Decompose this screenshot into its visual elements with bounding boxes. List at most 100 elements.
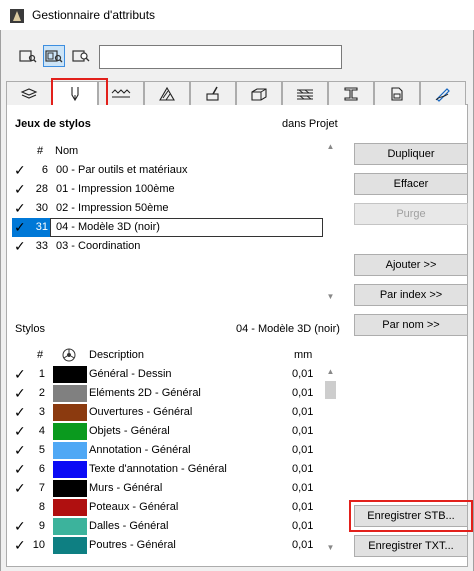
pen-number: 8 (38, 501, 45, 513)
renovation-icon (435, 87, 450, 102)
pensets-col-num: # (37, 145, 44, 157)
layers-icon (20, 87, 38, 99)
composites-icon (297, 89, 313, 99)
pen-color-swatch[interactable] (53, 404, 87, 421)
pen-number: 4 (38, 425, 45, 437)
tab-fills[interactable] (144, 81, 190, 105)
line-types-icon (111, 88, 131, 97)
pen-tab-highlight (51, 78, 108, 108)
tab-building-materials[interactable] (236, 81, 282, 105)
pen-width: 0,01 (292, 539, 314, 551)
pen-width: 0,01 (292, 368, 314, 380)
pen-color-swatch[interactable] (53, 423, 87, 440)
pen-description: Ouvertures - Général (89, 406, 193, 418)
pen-row[interactable]: ✓ 3 Ouvertures - Général 0,01 (12, 403, 322, 422)
scroll-down-icon[interactable]: ▼ (324, 541, 337, 554)
pen-color-swatch[interactable] (53, 366, 87, 383)
penset-row-selected[interactable]: ✓ 31 04 - Modèle 3D (noir) (12, 218, 322, 237)
pen-description: Poteaux - Général (89, 501, 179, 513)
pens-col-mm: mm (294, 349, 313, 361)
pen-row[interactable]: ✓ 5 Annotation - Général 0,01 (12, 441, 322, 460)
scroll-up-icon[interactable]: ▲ (324, 140, 337, 153)
tab-layers[interactable] (6, 81, 52, 105)
purge-button[interactable]: Purge (354, 203, 468, 225)
pen-description: Poutres - Général (89, 539, 176, 551)
pensets-scrollbar[interactable]: ▲ ▼ (324, 140, 337, 305)
pen-row[interactable]: ✓ 4 Objets - Général 0,01 (12, 422, 322, 441)
pen-color-swatch[interactable] (53, 518, 87, 535)
view-attributes-button[interactable] (43, 45, 65, 67)
pen-description: Général - Dessin (89, 368, 172, 380)
pen-description: Murs - Général (89, 482, 163, 494)
tab-zones[interactable] (374, 81, 420, 105)
penset-row[interactable]: ✓ 33 03 - Coordination (12, 237, 322, 256)
tab-composites[interactable] (282, 81, 328, 105)
pen-width: 0,01 (292, 482, 314, 494)
pen-width: 0,01 (292, 406, 314, 418)
pen-width: 0,01 (292, 444, 314, 456)
pen-row[interactable]: ✓ 10 Poutres - Général 0,01 (12, 536, 322, 555)
by-index-button[interactable]: Par index >> (354, 284, 468, 306)
save-txt-button[interactable]: Enregistrer TXT... (354, 535, 468, 557)
view-list-button[interactable] (17, 45, 39, 67)
pen-row[interactable]: ✓ 2 Eléments 2D - Général 0,01 (12, 384, 322, 403)
pensets-title: Jeux de stylos (15, 118, 91, 130)
pen-row[interactable]: ✓ 7 Murs - Général 0,01 (12, 479, 322, 498)
delete-button[interactable]: Effacer (354, 173, 468, 195)
penset-row[interactable]: ✓ 6 00 - Par outils et matériaux (12, 161, 322, 180)
pensets-location: dans Projet (282, 118, 338, 130)
pens-col-num: # (37, 349, 44, 361)
pens-col-desc: Description (89, 349, 145, 361)
pen-description: Eléments 2D - Général (89, 387, 201, 399)
pen-description: Texte d'annotation - Général (89, 463, 227, 475)
tab-profiles[interactable] (328, 81, 374, 105)
pen-row[interactable]: ✓ 6 Texte d'annotation - Général 0,01 (12, 460, 322, 479)
pen-width: 0,01 (292, 501, 314, 513)
pen-width: 0,01 (292, 425, 314, 437)
pen-color-swatch[interactable] (53, 442, 87, 459)
pens-scrollbar[interactable]: ▲ ▼ (324, 365, 337, 555)
pensets-col-name: Nom (55, 145, 79, 157)
save-stb-highlight (349, 500, 473, 532)
pen-number: 5 (38, 444, 45, 456)
pen-row[interactable]: ✓ 1 Général - Dessin 0,01 (12, 365, 322, 384)
pens-list[interactable]: # Description mm ✓ 1 Général - Dessin 0,01 ✓… (12, 345, 338, 555)
pen-color-swatch[interactable] (53, 480, 87, 497)
pen-width: 0,01 (292, 463, 314, 475)
pen-number: 9 (38, 520, 45, 532)
pen-row[interactable]: ✓ 9 Dalles - Général 0,01 (12, 517, 322, 536)
pen-number: 10 (32, 539, 45, 551)
surface-brush-icon (206, 86, 219, 101)
pensets-list[interactable]: # Nom ✓ 6 00 - Par outils et matériaux ✓… (12, 140, 338, 305)
penset-row[interactable]: ✓ 30 02 - Impression 50ème (12, 199, 322, 218)
pen-number: 7 (38, 482, 45, 494)
duplicate-button[interactable]: Dupliquer (354, 143, 468, 165)
tab-surfaces[interactable] (190, 81, 236, 105)
view-search-button[interactable] (70, 45, 92, 67)
add-button[interactable]: Ajouter >> (354, 254, 468, 276)
view-list-icon (19, 50, 37, 63)
scroll-down-icon[interactable]: ▼ (324, 290, 337, 303)
pen-row[interactable]: 8 Poteaux - Général 0,01 (12, 498, 322, 517)
pen-number: 2 (38, 387, 45, 399)
pen-color-wheel-icon (62, 348, 76, 362)
pen-color-swatch[interactable] (53, 537, 87, 554)
pens-current-set: 04 - Modèle 3D (noir) (236, 323, 340, 335)
pen-color-swatch[interactable] (53, 461, 87, 478)
window-title: Gestionnaire d'attributs (32, 8, 156, 22)
pen-description: Annotation - Général (89, 444, 191, 456)
penset-row[interactable]: ✓ 28 01 - Impression 100ème (12, 180, 322, 199)
search-input[interactable] (99, 45, 342, 69)
by-name-button[interactable]: Par nom >> (354, 314, 468, 336)
pen-color-swatch[interactable] (53, 499, 87, 516)
scroll-thumb[interactable] (325, 381, 336, 399)
tab-renovation[interactable] (420, 81, 466, 105)
view-search-icon (72, 50, 90, 62)
pen-color-swatch[interactable] (53, 385, 87, 402)
building-materials-icon (251, 87, 267, 101)
archicad-app-icon (10, 9, 24, 23)
scroll-up-icon[interactable]: ▲ (324, 365, 337, 378)
profiles-icon (344, 86, 358, 101)
fill-icon (159, 86, 175, 101)
pen-number: 6 (38, 463, 45, 475)
